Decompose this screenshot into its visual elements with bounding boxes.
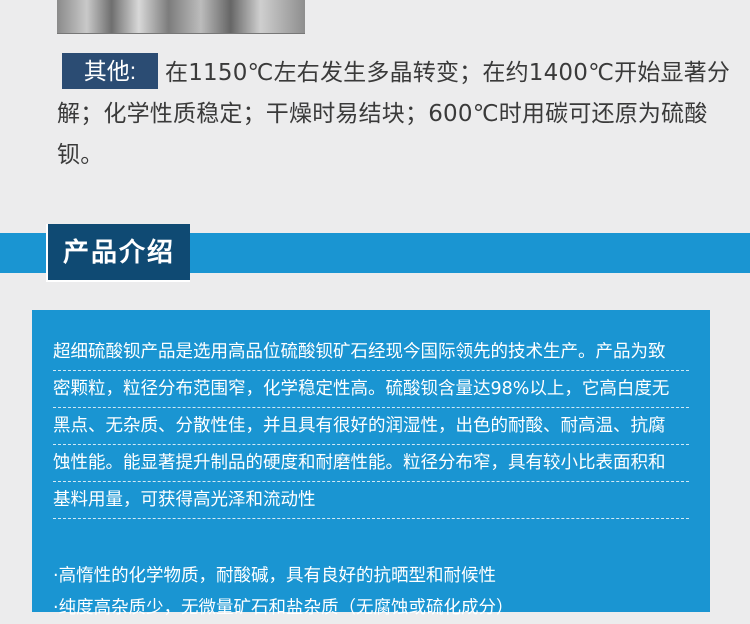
feature-item: ·高惰性的化学物质，耐酸碱，具有良好的抗晒型和耐候性 [53, 566, 497, 586]
intro-line: 黑点、无杂质、分散性佳，并且具有很好的润湿性，出色的耐酸、耐高温、抗腐 [53, 408, 689, 445]
intro-paragraph: 超细硫酸钡产品是选用高品位硫酸钡矿石经现今国际领先的技术生产。产品为致 密颗粒，… [53, 334, 689, 519]
product-intro-panel: 超细硫酸钡产品是选用高品位硫酸钡矿石经现今国际领先的技术生产。产品为致 密颗粒，… [32, 310, 710, 618]
feature-item: ·纯度高杂质少，无微量矿石和盐杂质（无腐蚀或硫化成分） [53, 598, 514, 618]
other-properties-text: 在1150℃左右发生多晶转变；在约1400℃开始显著分解；化学性质稳定；干燥时易… [57, 60, 731, 168]
other-properties: 其他: 在1150℃左右发生多晶转变；在约1400℃开始显著分解；化学性质稳定；… [57, 53, 737, 176]
feature-list: ·高惰性的化学物质，耐酸碱，具有良好的抗晒型和耐候性 ·纯度高杂质少，无微量矿石… [53, 560, 689, 624]
section-title: 产品介绍 [62, 238, 175, 268]
other-label-tag: 其他: [62, 53, 158, 89]
intro-line: 蚀性能。能显著提升制品的硬度和耐磨性能。粒径分布窄，具有较小比表面积和 [53, 445, 689, 482]
product-photo [57, 0, 305, 34]
intro-line: 超细硫酸钡产品是选用高品位硫酸钡矿石经现今国际领先的技术生产。产品为致 [53, 334, 689, 371]
intro-line: 密颗粒，粒径分布范围窄，化学稳定性高。硫酸钡含量达98%以上，它高白度无 [53, 371, 689, 408]
section-title-tab: 产品介绍 [46, 224, 190, 282]
intro-line: 基料用量，可获得高光泽和流动性 [53, 482, 689, 519]
